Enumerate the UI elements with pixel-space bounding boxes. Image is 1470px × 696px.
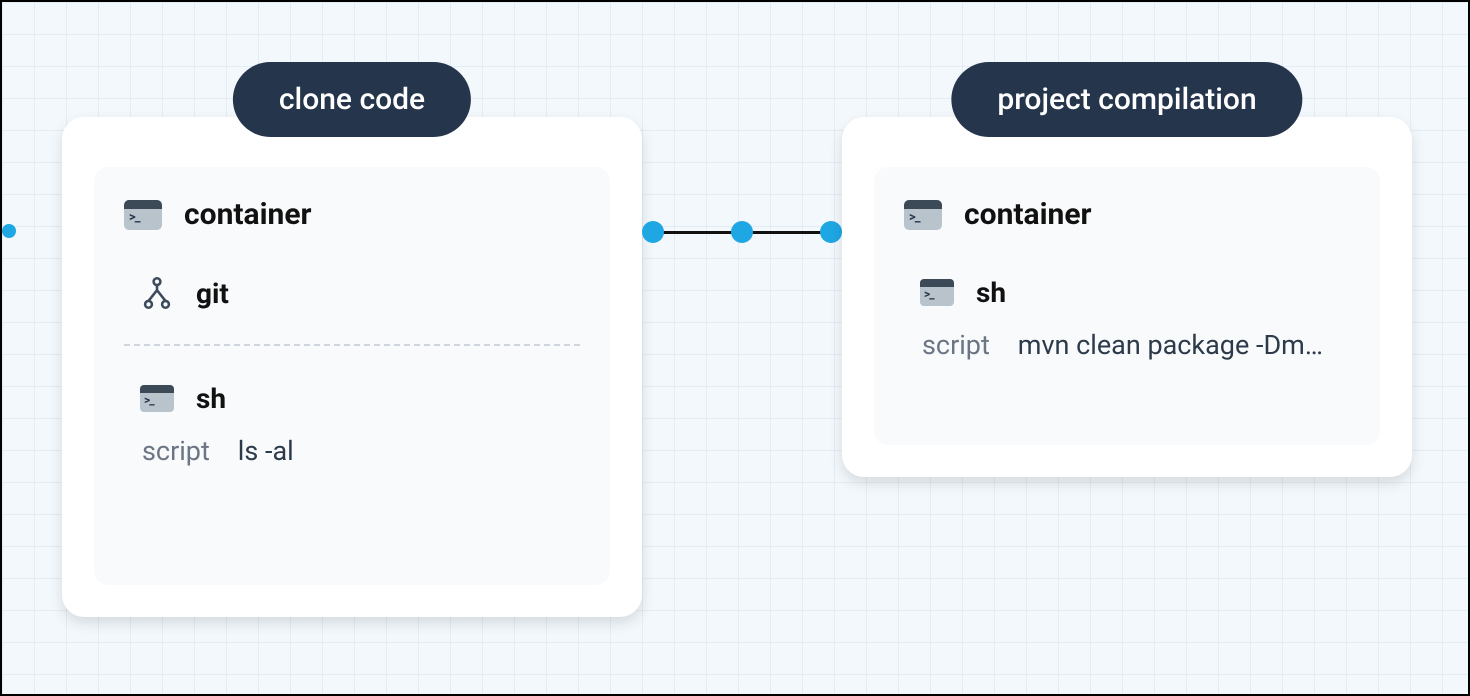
stage-title-pill[interactable]: clone code	[233, 62, 471, 137]
container-label: container	[964, 197, 1092, 232]
pipeline-canvas[interactable]: clone code container	[0, 0, 1470, 696]
step-divider	[124, 344, 580, 346]
stage-title-pill[interactable]: project compilation	[951, 62, 1302, 137]
script-value: mvn clean package -Dm…	[1018, 329, 1323, 361]
step-git[interactable]: git	[124, 266, 580, 318]
connector-dot[interactable]	[731, 221, 753, 243]
script-value: ls -al	[238, 435, 294, 467]
step-script-row: script mvn clean package -Dm…	[922, 329, 1350, 361]
stage-card-project-compilation[interactable]: project compilation container sh script …	[842, 117, 1412, 477]
connector-dot[interactable]	[642, 221, 664, 243]
terminal-icon	[904, 200, 942, 230]
incoming-connector-dot	[2, 224, 16, 238]
git-branch-icon	[140, 276, 174, 310]
step-name: git	[196, 277, 229, 310]
container-label: container	[184, 197, 312, 232]
terminal-icon	[140, 385, 174, 412]
step-name: sh	[196, 382, 226, 415]
step-name: sh	[976, 276, 1006, 309]
stage-title: project compilation	[997, 82, 1256, 117]
stage-body: container git	[94, 167, 610, 585]
terminal-icon	[124, 200, 162, 230]
stage-title: clone code	[279, 82, 425, 117]
stage-body: container sh script mvn clean package -D…	[874, 167, 1380, 445]
connector-dot[interactable]	[820, 221, 842, 243]
script-key: script	[922, 329, 990, 361]
container-header[interactable]: container	[904, 197, 1350, 232]
step-sh[interactable]: sh script ls -al	[124, 372, 580, 475]
stage-connector[interactable]	[642, 220, 842, 244]
script-key: script	[142, 435, 210, 467]
terminal-icon	[920, 279, 954, 306]
container-header[interactable]: container	[124, 197, 580, 232]
step-script-row: script ls -al	[142, 435, 580, 467]
step-sh[interactable]: sh script mvn clean package -Dm…	[904, 266, 1350, 369]
stage-card-clone-code[interactable]: clone code container	[62, 117, 642, 617]
